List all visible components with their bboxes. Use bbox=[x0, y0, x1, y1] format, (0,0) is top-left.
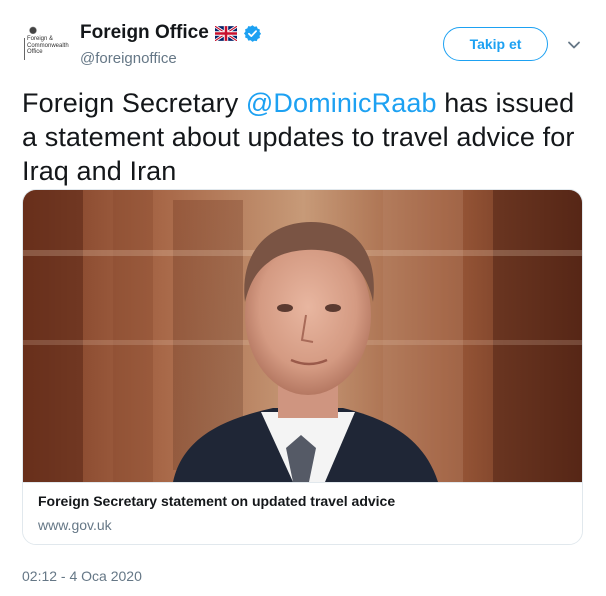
chevron-down-icon[interactable] bbox=[567, 40, 581, 50]
account-handle[interactable]: @foreignoffice bbox=[80, 50, 177, 67]
tweet-text: Foreign Secretary @DominicRaab has issue… bbox=[22, 86, 592, 188]
verified-badge-icon bbox=[243, 24, 261, 42]
card-image bbox=[23, 190, 582, 482]
card-domain: www.gov.uk bbox=[38, 517, 112, 533]
crest-icon bbox=[28, 26, 38, 34]
account-name-row: Foreign Office bbox=[80, 22, 262, 44]
account-avatar[interactable]: Foreign & Commonwealth Office bbox=[20, 26, 70, 66]
follow-button[interactable]: Takip et bbox=[443, 27, 548, 61]
avatar-divider bbox=[24, 38, 25, 60]
avatar-org-text: Foreign & Commonwealth Office bbox=[27, 36, 69, 55]
tweet-text-before: Foreign Secretary bbox=[22, 88, 246, 118]
link-card[interactable]: Foreign Secretary statement on updated t… bbox=[22, 189, 583, 545]
card-title[interactable]: Foreign Secretary statement on updated t… bbox=[38, 493, 395, 509]
account-display-name[interactable]: Foreign Office bbox=[80, 22, 209, 44]
tweet-mention-link[interactable]: @DominicRaab bbox=[246, 88, 437, 118]
tweet-timestamp[interactable]: 02:12 - 4 Oca 2020 bbox=[22, 568, 142, 584]
uk-flag-icon bbox=[214, 25, 237, 41]
card-body: Foreign Secretary statement on updated t… bbox=[23, 482, 582, 544]
